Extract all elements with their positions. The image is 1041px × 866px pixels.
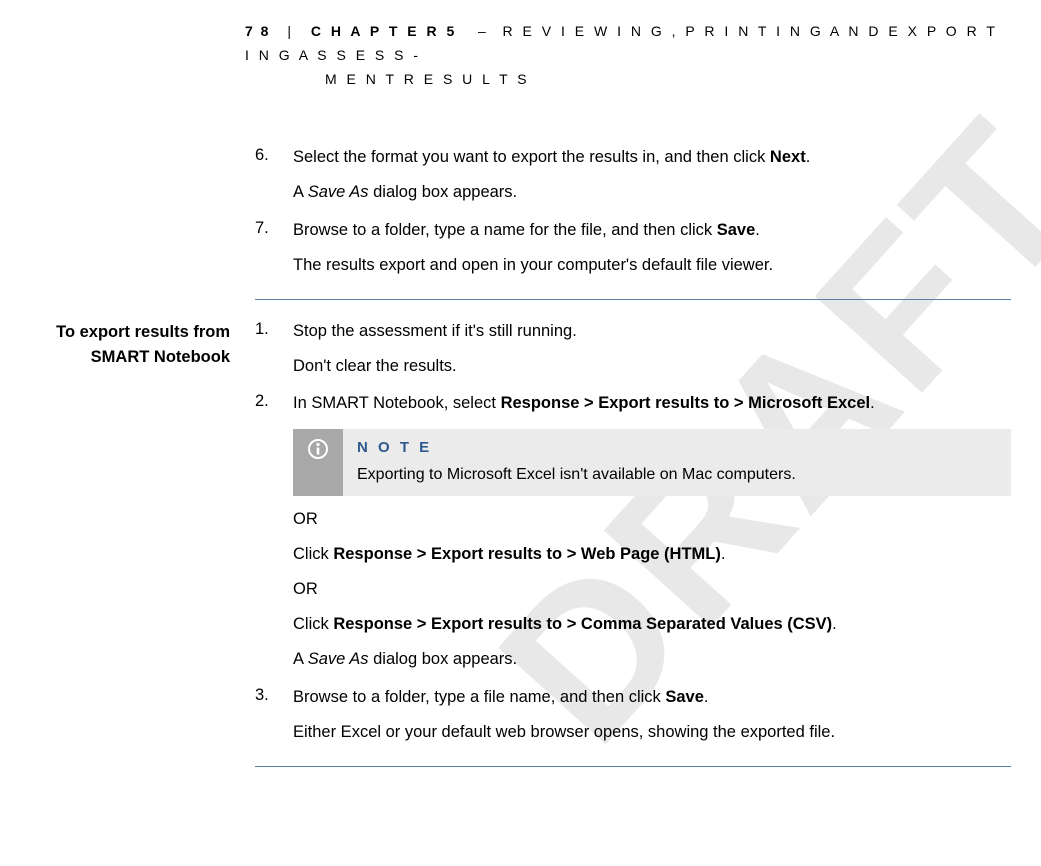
alt-post: .	[832, 615, 837, 633]
step-1: 1. Stop the assessment if it's still run…	[255, 320, 1011, 378]
step-text-post: .	[870, 394, 875, 412]
chapter-label: C H A P T E R 5	[311, 23, 457, 39]
step-follow: Either Excel or your default web browser…	[293, 721, 1011, 744]
header-dash: –	[478, 23, 489, 39]
step-text-post: .	[755, 221, 760, 239]
note-text: Exporting to Microsoft Excel isn't avail…	[357, 466, 997, 484]
step-text: In SMART Notebook, select	[293, 394, 501, 412]
page-number: 7 8	[245, 23, 270, 39]
step-2: 2. In SMART Notebook, select Response > …	[255, 392, 1011, 672]
step-bold: Next	[770, 148, 806, 166]
step-text: Select the format you want to export the…	[293, 148, 770, 166]
page-header: 7 8 | C H A P T E R 5 – R E V I E W I N …	[0, 0, 1041, 91]
side-heading-line1: To export results from	[0, 320, 230, 346]
step-text: Browse to a folder, type a name for the …	[293, 221, 717, 239]
alt-pre: Click	[293, 615, 333, 633]
step-number: 2.	[255, 392, 283, 411]
alt-bold: Response > Export results to > Web Page …	[333, 545, 721, 563]
note-label: N O T E	[357, 439, 997, 456]
step-follow-pre: A	[293, 183, 308, 201]
alt-bold: Response > Export results to > Comma Sep…	[333, 615, 832, 633]
step-bold: Save	[717, 221, 756, 239]
step-number: 1.	[255, 320, 283, 339]
side-heading-line2: SMART Notebook	[0, 345, 230, 371]
section-divider	[255, 766, 1011, 767]
step-number: 3.	[255, 686, 283, 705]
step-follow-italic: Save As	[308, 183, 369, 201]
step-7: 7. Browse to a folder, type a name for t…	[255, 219, 1011, 277]
step-text-post: .	[806, 148, 811, 166]
alt-post: .	[721, 545, 726, 563]
info-icon	[293, 429, 343, 496]
header-divider: |	[287, 23, 294, 39]
step-6: 6. Select the format you want to export …	[255, 146, 1011, 204]
saveas-post: dialog box appears.	[369, 650, 518, 668]
step-text-post: .	[704, 688, 709, 706]
step-follow-post: dialog box appears.	[369, 183, 518, 201]
step-bold: Response > Export results to > Microsoft…	[501, 394, 871, 412]
side-heading: To export results from SMART Notebook	[0, 320, 255, 787]
section-divider	[255, 299, 1011, 300]
step-3: 3. Browse to a folder, type a file name,…	[255, 686, 1011, 744]
saveas-pre: A	[293, 650, 308, 668]
alt-pre: Click	[293, 545, 333, 563]
step-bold: Save	[665, 688, 704, 706]
step-number: 6.	[255, 146, 283, 165]
note-callout: N O T E Exporting to Microsoft Excel isn…	[293, 429, 1011, 496]
chapter-title-line2: M E N T R E S U L T S	[325, 71, 530, 87]
or-text: OR	[293, 508, 1011, 531]
step-text: Stop the assessment if it's still runnin…	[293, 320, 1011, 343]
step-follow: The results export and open in your comp…	[293, 254, 1011, 277]
step-follow: Don't clear the results.	[293, 355, 1011, 378]
step-text: Browse to a folder, type a file name, an…	[293, 688, 665, 706]
step-number: 7.	[255, 219, 283, 238]
saveas-italic: Save As	[308, 650, 369, 668]
or-text: OR	[293, 578, 1011, 601]
